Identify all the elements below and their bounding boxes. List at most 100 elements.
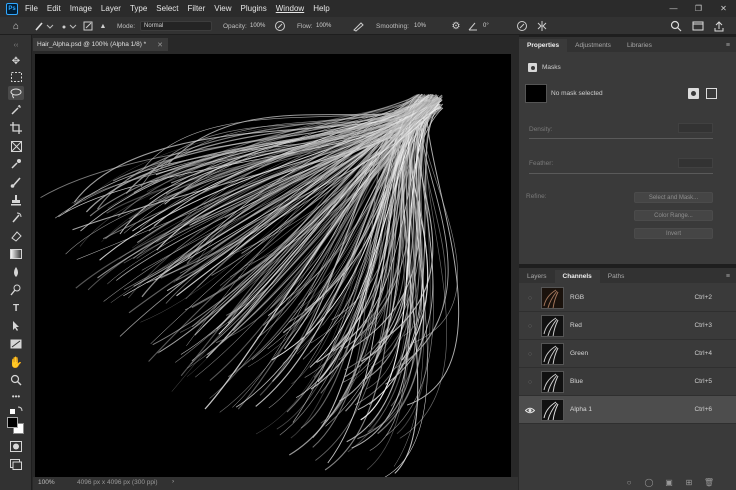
- new-channel-icon[interactable]: ⊞: [684, 477, 694, 487]
- zoom-level[interactable]: 100%: [38, 479, 55, 486]
- magic-wand-icon[interactable]: [8, 103, 24, 117]
- more-tools-icon[interactable]: •••: [8, 389, 24, 403]
- save-selection-icon[interactable]: ◯: [644, 477, 654, 487]
- channel-row-green[interactable]: ○ Green Ctrl+4: [519, 340, 736, 368]
- restore-icon[interactable]: ❐: [686, 0, 711, 17]
- channels-menu-icon[interactable]: ≡: [726, 270, 730, 283]
- swap-colors-icon[interactable]: [8, 403, 24, 417]
- close-tab-icon[interactable]: ✕: [157, 41, 163, 49]
- marquee-tool-icon[interactable]: [8, 70, 24, 84]
- eraser-tool-icon[interactable]: [8, 229, 24, 243]
- gear-icon[interactable]: ⚙: [450, 20, 462, 32]
- minimize-icon[interactable]: —: [661, 0, 686, 17]
- photoshop-logo[interactable]: Ps: [6, 2, 18, 15]
- trash-icon[interactable]: 🗑: [704, 477, 714, 487]
- angle-field[interactable]: 0°: [480, 21, 502, 31]
- workspace-icon[interactable]: [692, 20, 704, 32]
- channel-row-rgb[interactable]: ○ RGB Ctrl+2: [519, 284, 736, 312]
- menu-file[interactable]: File: [25, 4, 38, 13]
- symmetry-icon[interactable]: [536, 20, 548, 32]
- channel-row-blue[interactable]: ○ Blue Ctrl+5: [519, 368, 736, 396]
- visibility-off-icon[interactable]: ○: [525, 293, 535, 303]
- properties-panel: Masks No mask selected Density: Feather:…: [519, 52, 736, 264]
- zoom-tool-icon[interactable]: [8, 373, 24, 387]
- menu-filter[interactable]: Filter: [188, 4, 206, 13]
- type-tool-icon[interactable]: T: [8, 301, 24, 315]
- dodge-tool-icon[interactable]: [8, 283, 24, 297]
- color-range-button: Color Range...: [634, 210, 713, 221]
- menu-type[interactable]: Type: [130, 4, 147, 13]
- new-channel-mask-icon[interactable]: ▣: [664, 477, 674, 487]
- screen-mode-icon[interactable]: [8, 457, 24, 471]
- rectangle-tool-icon[interactable]: [8, 337, 24, 351]
- channel-row-alpha-1[interactable]: Alpha 1 Ctrl+6: [519, 396, 736, 424]
- tab-paths[interactable]: Paths: [600, 270, 633, 283]
- flow-field[interactable]: 100%: [313, 21, 337, 31]
- mask-thumbnail: [525, 84, 547, 103]
- add-pixel-mask-icon[interactable]: [688, 88, 699, 99]
- document-tab[interactable]: Hair_Alpha.psd @ 100% (Alpha 1/8) * ✕: [33, 38, 168, 51]
- channel-name: RGB: [570, 294, 585, 301]
- smoothing-field[interactable]: 10%: [411, 21, 435, 31]
- blur-tool-icon[interactable]: [8, 265, 24, 279]
- mode-select[interactable]: Normal: [140, 21, 212, 31]
- channel-shortcut: Ctrl+6: [694, 406, 712, 413]
- invert-button: Invert: [634, 228, 713, 239]
- panel-menu-icon[interactable]: ≡: [726, 39, 730, 52]
- eyedropper-icon[interactable]: [8, 157, 24, 171]
- load-selection-icon[interactable]: ○: [624, 477, 634, 487]
- opacity-field[interactable]: 100%: [247, 21, 271, 31]
- channel-row-red[interactable]: ○ Red Ctrl+3: [519, 312, 736, 340]
- menu-plugins[interactable]: Plugins: [241, 4, 267, 13]
- visibility-off-icon[interactable]: ○: [525, 377, 535, 387]
- tab-layers[interactable]: Layers: [519, 270, 555, 283]
- menu-view[interactable]: View: [214, 4, 231, 13]
- channel-name: Green: [570, 350, 589, 357]
- hand-tool-icon[interactable]: ✋: [8, 355, 24, 369]
- gradient-tool-icon[interactable]: [8, 247, 24, 261]
- path-selection-icon[interactable]: [8, 319, 24, 333]
- channels-footer: ○ ◯ ▣ ⊞ 🗑: [519, 474, 736, 490]
- add-vector-mask-icon[interactable]: [706, 88, 717, 99]
- menu-edit[interactable]: Edit: [47, 4, 61, 13]
- menu-select[interactable]: Select: [156, 4, 178, 13]
- move-tool-icon[interactable]: ✥: [8, 54, 24, 68]
- quick-mask-icon[interactable]: [8, 439, 24, 453]
- menu-help[interactable]: Help: [313, 4, 329, 13]
- pressure-opacity-icon[interactable]: [274, 20, 286, 32]
- pressure-size-icon[interactable]: [516, 20, 528, 32]
- frame-tool-icon[interactable]: [8, 139, 24, 153]
- tab-properties[interactable]: Properties: [519, 39, 568, 52]
- lasso-tool-icon[interactable]: [8, 86, 24, 100]
- tab-channels[interactable]: Channels: [554, 270, 600, 283]
- menu-image[interactable]: Image: [70, 4, 92, 13]
- tab-adjustments[interactable]: Adjustments: [567, 39, 619, 52]
- visibility-off-icon[interactable]: ○: [525, 349, 535, 359]
- brush-tool-icon[interactable]: [8, 175, 24, 189]
- toolbar-collapse-icon[interactable]: ‹‹: [8, 38, 24, 52]
- home-icon[interactable]: ⌂: [10, 20, 22, 32]
- masks-icon: [528, 63, 537, 72]
- foreground-color-swatch[interactable]: [7, 417, 18, 428]
- tab-libraries[interactable]: Libraries: [619, 39, 660, 52]
- channel-name: Alpha 1: [570, 406, 593, 413]
- menu-layer[interactable]: Layer: [101, 4, 121, 13]
- crop-tool-icon[interactable]: [8, 121, 24, 135]
- search-icon[interactable]: [670, 20, 682, 32]
- angle-icon[interactable]: [467, 20, 479, 32]
- color-swatches[interactable]: [6, 416, 26, 436]
- share-icon[interactable]: [713, 20, 725, 32]
- brush-size-icon[interactable]: [60, 20, 78, 32]
- airbrush-icon[interactable]: [352, 20, 366, 32]
- brush-preset-icon[interactable]: [34, 20, 54, 32]
- eye-icon[interactable]: [525, 405, 535, 415]
- canvas[interactable]: [35, 54, 511, 477]
- status-expand-icon[interactable]: ›: [172, 478, 174, 485]
- stamp-tool-icon[interactable]: [8, 193, 24, 207]
- visibility-off-icon[interactable]: ○: [525, 321, 535, 331]
- close-icon[interactable]: ✕: [711, 0, 736, 17]
- brush-settings-icon[interactable]: [82, 20, 98, 32]
- history-brush-icon[interactable]: [8, 211, 24, 225]
- brush-panel-icon[interactable]: ▲: [98, 20, 108, 32]
- menu-window[interactable]: Window: [276, 4, 304, 13]
